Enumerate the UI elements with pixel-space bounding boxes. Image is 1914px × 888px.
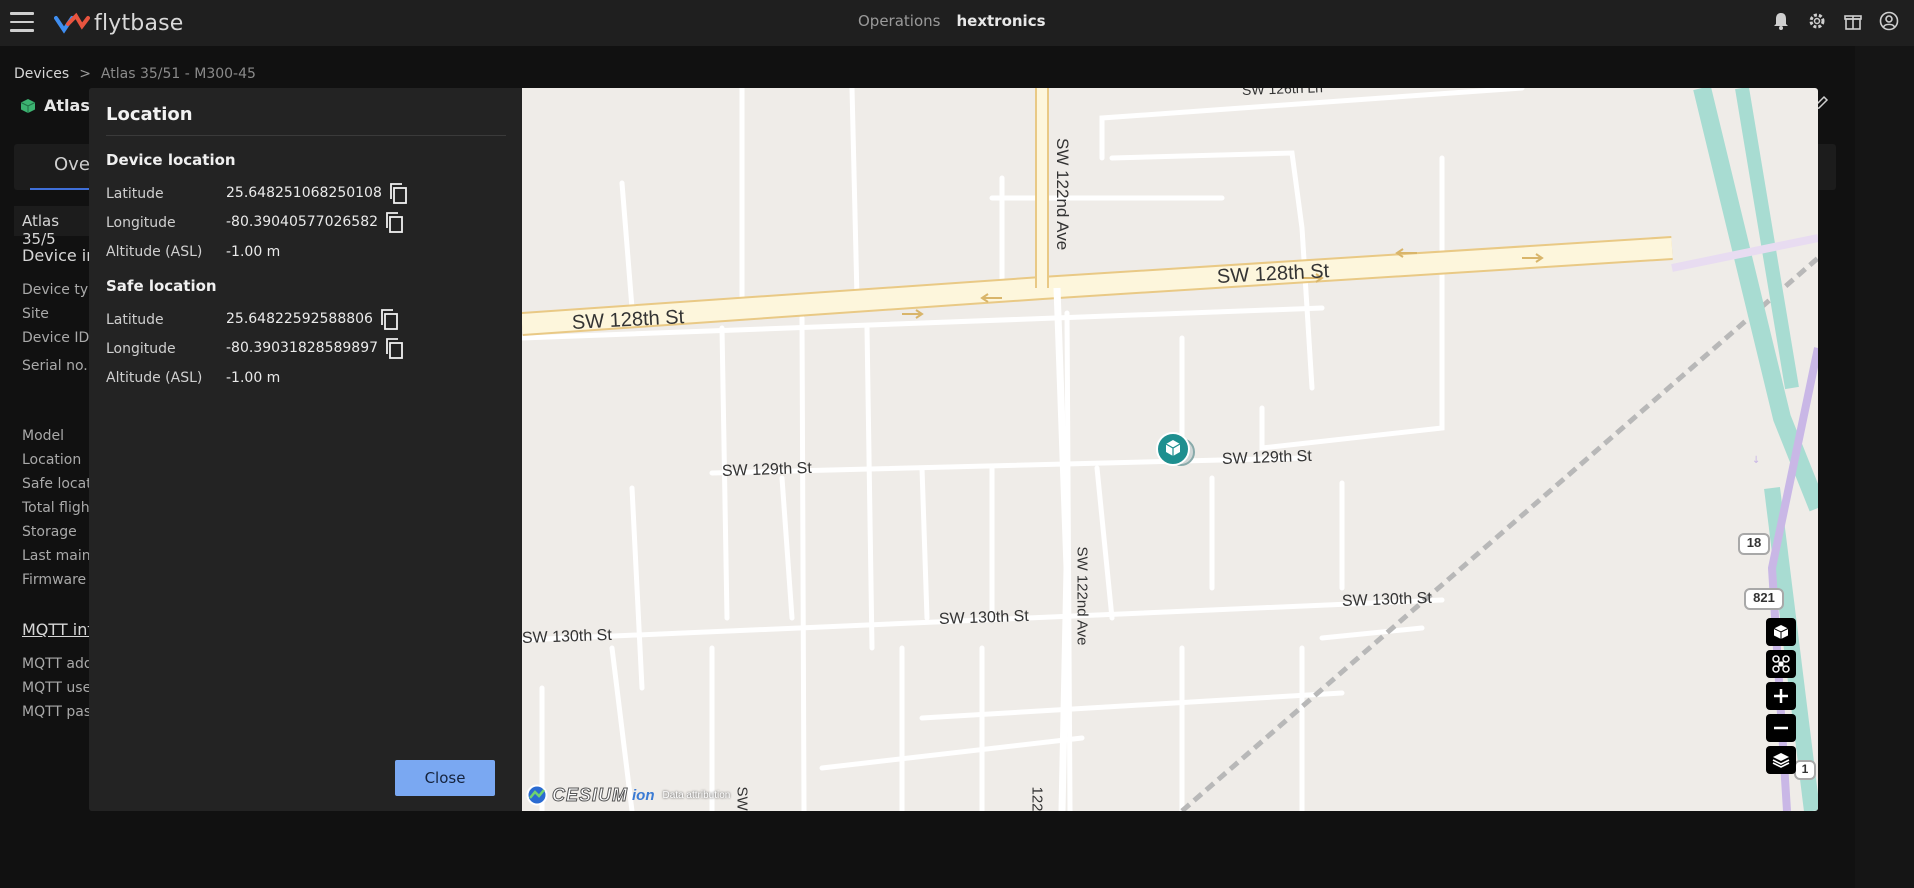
safe-location-heading: Safe location xyxy=(106,277,217,295)
device-longitude-label: Longitude xyxy=(106,215,176,231)
safe-longitude-value: -80.39031828589897 xyxy=(226,340,379,356)
modal-title: Location xyxy=(106,104,193,125)
device-latitude-value: 25.648251068250108 xyxy=(226,185,382,201)
gift-icon[interactable] xyxy=(1842,10,1864,32)
copy-icon[interactable] xyxy=(384,211,404,233)
street-label-sw122-mid: SW 122nd Ave xyxy=(1073,546,1091,646)
safe-latitude-label: Latitude xyxy=(106,312,164,328)
top-bar: flytbase Operations hextronics xyxy=(0,0,1914,46)
flytbase-logo[interactable]: flytbase xyxy=(54,8,184,38)
tab-overview[interactable]: Ove xyxy=(54,154,90,175)
route-shield-18: 18 xyxy=(1738,533,1770,555)
street-label-sw122-bottom: 122nd Ave xyxy=(1029,787,1046,812)
svg-text:↓: ↓ xyxy=(1752,455,1760,466)
street-label-sw130-right: SW 130th St xyxy=(1341,589,1433,610)
mqtt-password-label: MQTT pass xyxy=(22,704,99,720)
total-flight-label: Total flight xyxy=(22,500,96,516)
firmware-label: Firmware v xyxy=(22,572,99,588)
copy-icon[interactable] xyxy=(388,182,408,204)
modal-divider xyxy=(106,135,506,136)
device-list-item[interactable]: Atlas 35/5 xyxy=(14,206,94,248)
cesium-ion-text: ion xyxy=(632,786,655,804)
route-shield-821: 821 xyxy=(1744,588,1784,610)
safe-location-label: Safe locati xyxy=(22,476,96,492)
device-info-title: Device in xyxy=(22,246,97,265)
bell-icon[interactable] xyxy=(1770,10,1792,32)
location-details-panel: Location Device location Latitude 25.648… xyxy=(89,88,522,811)
gear-icon[interactable] xyxy=(1806,10,1828,32)
device-cube-icon xyxy=(20,98,36,113)
copy-icon[interactable] xyxy=(384,337,404,359)
street-label-sw123: SW 123rd Ave xyxy=(734,787,751,812)
breadcrumb-current: Atlas 35/51 - M300-45 xyxy=(100,66,256,82)
breadcrumb: Devices > Atlas 35/51 - M300-45 xyxy=(14,66,256,82)
device-id-label: Device ID xyxy=(22,330,90,346)
model-label: Model xyxy=(22,428,65,444)
device-latitude-label: Latitude xyxy=(106,186,164,202)
site-label: Site xyxy=(22,306,49,322)
drone-3d-icon[interactable] xyxy=(1766,618,1796,646)
location-modal: Location Device location Latitude 25.648… xyxy=(89,88,1818,811)
device-marker[interactable] xyxy=(1153,431,1195,471)
route-shield-partial: 1 xyxy=(1794,760,1816,780)
device-list: Atlas 35/5 xyxy=(14,206,94,248)
map-view[interactable]: ↓ SW 128th St SW 128th St SW 129th St SW… xyxy=(522,88,1818,811)
safe-longitude-label: Longitude xyxy=(106,341,176,357)
street-label-sw130-left: SW 130th St xyxy=(522,626,613,647)
cesium-attribution: CESIUM ion Data attribution xyxy=(526,784,730,806)
zoom-in-icon[interactable] xyxy=(1766,682,1796,710)
user-circle-icon[interactable] xyxy=(1878,10,1900,32)
drone-icon[interactable] xyxy=(1766,650,1796,678)
device-altitude-label: Altitude (ASL) xyxy=(106,244,203,260)
breadcrumb-devices-link[interactable]: Devices xyxy=(14,66,69,82)
street-label-sw130-mid: SW 130th St xyxy=(938,607,1030,628)
nav-operations[interactable]: Operations xyxy=(858,12,940,30)
street-label-sw129-right: SW 129th St xyxy=(1221,447,1313,468)
nav-org-name[interactable]: hextronics xyxy=(956,12,1045,30)
cesium-brand-text: CESIUM xyxy=(551,784,629,805)
safe-altitude-label: Altitude (ASL) xyxy=(106,370,203,386)
last-maintenance-label: Last maint xyxy=(22,548,97,564)
street-label-sw122-top: SW 122nd Ave xyxy=(1053,138,1072,251)
street-label-sw129: SW 129th St xyxy=(721,459,813,480)
device-longitude-value: -80.39040577026582 xyxy=(226,214,379,230)
layers-icon[interactable] xyxy=(1766,746,1796,774)
device-altitude-value: -1.00 m xyxy=(226,244,281,260)
right-side-panel xyxy=(1855,46,1914,888)
flytbase-logo-mark xyxy=(54,12,90,34)
device-type-label: Device typ xyxy=(22,282,97,298)
mqtt-address-label: MQTT add xyxy=(22,656,93,672)
breadcrumb-separator: > xyxy=(79,66,91,82)
copy-icon[interactable] xyxy=(379,308,399,330)
safe-altitude-value: -1.00 m xyxy=(226,370,281,386)
zoom-out-icon[interactable] xyxy=(1766,714,1796,742)
serial-no-label: Serial no. xyxy=(22,358,88,374)
logo-text: flytbase xyxy=(94,10,184,36)
data-attribution-link[interactable]: Data attribution xyxy=(663,790,731,801)
mqtt-user-label: MQTT user xyxy=(22,680,97,696)
storage-label: Storage xyxy=(22,524,77,540)
safe-latitude-value: 25.64822592588806 xyxy=(226,311,373,327)
device-location-heading: Device location xyxy=(106,151,236,169)
cesium-logo-icon xyxy=(526,784,548,806)
location-label: Location xyxy=(22,452,82,468)
hamburger-menu-icon[interactable] xyxy=(10,12,34,32)
close-button[interactable]: Close xyxy=(395,760,495,796)
